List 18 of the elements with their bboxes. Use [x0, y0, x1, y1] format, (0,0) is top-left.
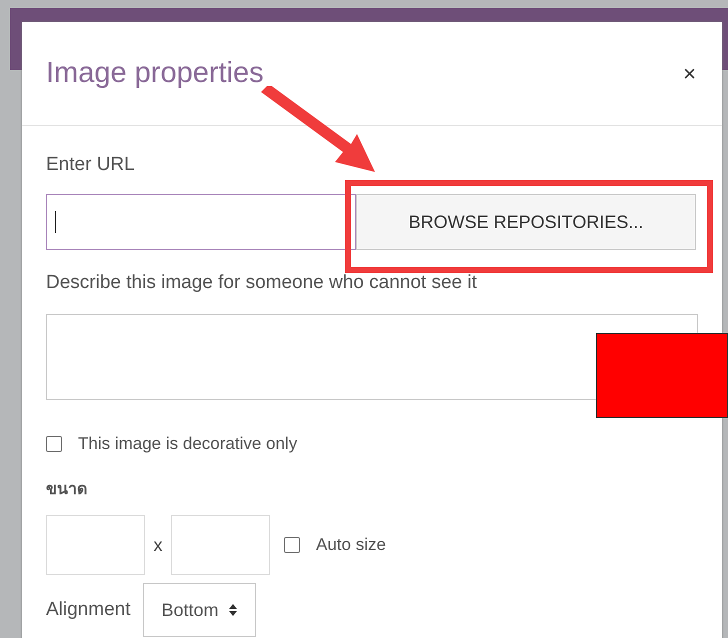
alt-text-label: Describe this image for someone who cannot see it	[46, 272, 477, 294]
url-input-field[interactable]	[46, 194, 356, 250]
sort-caret-icon	[228, 604, 237, 616]
size-separator: x	[152, 534, 164, 556]
browse-repositories-button[interactable]: BROWSE REPOSITORIES...	[356, 194, 696, 250]
url-label: Enter URL	[46, 154, 135, 176]
decorative-checkbox[interactable]	[46, 436, 62, 452]
width-field[interactable]	[46, 515, 145, 575]
size-label: ขนาด	[46, 480, 87, 500]
auto-size-label: Auto size	[316, 535, 386, 555]
alignment-label: Alignment	[46, 599, 130, 621]
decorative-label: This image is decorative only	[78, 434, 298, 454]
text-cursor	[55, 211, 56, 233]
close-button[interactable]: ×	[683, 60, 696, 86]
alignment-select[interactable]: Bottom	[142, 583, 256, 637]
height-field[interactable]	[171, 515, 270, 575]
dialog-title: Image properties	[46, 57, 264, 90]
auto-size-checkbox[interactable]	[284, 537, 300, 553]
